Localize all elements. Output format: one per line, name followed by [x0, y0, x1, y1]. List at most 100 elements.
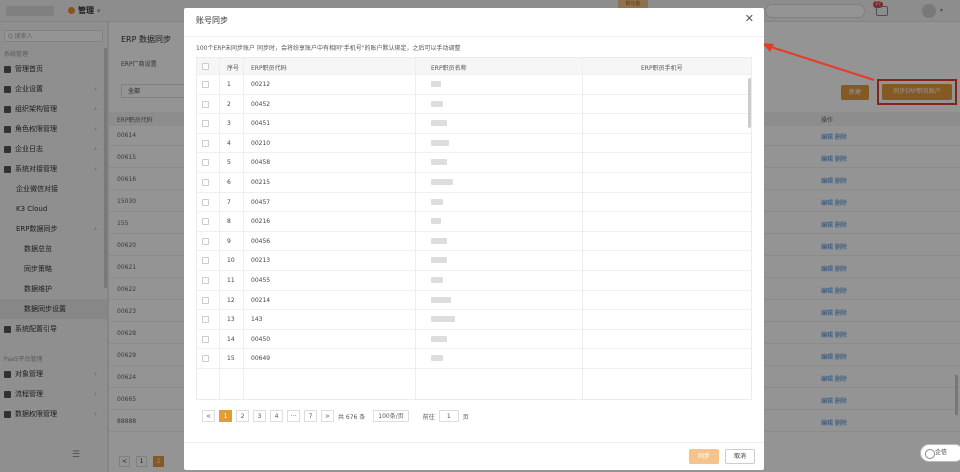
divider: [219, 58, 220, 399]
index-cell: 13: [227, 316, 235, 324]
page-button[interactable]: 4: [270, 410, 283, 422]
erp-name-cell-redacted: [431, 316, 455, 323]
divider: [243, 58, 244, 399]
index-cell: 9: [227, 237, 231, 245]
table-row: 14 00450: [197, 330, 751, 350]
goto-unit: 页: [462, 413, 469, 421]
erp-name-cell-redacted: [431, 218, 441, 225]
account-sync-dialog: 账号同步 ✕ 100个ERP未同步账户 同步时，会将纷享账户中有相同"手机号"的…: [184, 8, 764, 470]
erp-code-cell: 00212: [251, 81, 271, 88]
page-scrollbar[interactable]: [955, 375, 958, 415]
sync-button[interactable]: 同步: [689, 449, 719, 464]
erp-name-cell-redacted: [431, 179, 453, 185]
chat-float-button[interactable]: 企信: [920, 444, 960, 462]
table-scrollbar[interactable]: [748, 78, 751, 128]
erp-code-cell: 143: [251, 316, 263, 324]
page-size-select[interactable]: 100条/页: [373, 410, 409, 422]
table-row: 10 00213: [197, 251, 751, 271]
row-checkbox[interactable]: [202, 296, 209, 304]
table-row: 9 00456: [197, 232, 751, 252]
erp-code-cell: 00215: [251, 179, 271, 186]
row-checkbox[interactable]: [202, 237, 209, 245]
erp-name-cell-redacted: [431, 81, 441, 87]
index-cell: 1: [227, 81, 231, 88]
table-row: 4 00210: [197, 134, 751, 154]
annotation-arrow: [762, 43, 875, 81]
next-page-button[interactable]: >: [321, 410, 334, 422]
row-checkbox[interactable]: [202, 179, 209, 186]
page-button[interactable]: 3: [253, 410, 266, 422]
index-cell: 5: [227, 159, 231, 167]
select-all-checkbox[interactable]: [202, 63, 209, 70]
index-cell: 8: [227, 218, 231, 226]
index-cell: 7: [227, 198, 231, 206]
erp-name-cell-redacted: [431, 100, 443, 107]
page-button[interactable]: ···: [287, 410, 300, 422]
erp-name-cell-redacted: [431, 120, 447, 127]
index-cell: 14: [227, 335, 235, 343]
dialog-title: 账号同步: [196, 16, 228, 25]
erp-code-cell: 00450: [251, 335, 271, 343]
col-index: 序号: [227, 65, 240, 72]
index-cell: 11: [227, 277, 235, 284]
divider: [184, 442, 764, 443]
sync-note: 100个ERP未同步账户 同步时，会将纷享账户中有相同"手机号"的账户默认绑定，…: [196, 45, 461, 52]
divider: [415, 58, 416, 399]
pagination: < 1 2 3 4 ··· 7 > 共 676 条 100条/页 前往 1 页: [202, 410, 469, 422]
erp-code-cell: 00455: [251, 277, 271, 284]
prev-page-button[interactable]: <: [202, 410, 215, 422]
row-checkbox[interactable]: [202, 316, 209, 324]
goto-page-input[interactable]: 1: [438, 410, 459, 422]
row-checkbox[interactable]: [202, 277, 209, 284]
erp-name-cell-redacted: [431, 296, 451, 303]
row-checkbox[interactable]: [202, 139, 209, 147]
cancel-button[interactable]: 取消: [725, 449, 755, 464]
table-row: 8 00216: [197, 212, 751, 232]
table-row: 3 00451: [197, 114, 751, 134]
table-row: 5 00458: [197, 153, 751, 173]
row-checkbox[interactable]: [202, 100, 209, 108]
erp-code-cell: 00451: [251, 120, 271, 128]
erp-code-cell: 00457: [251, 198, 271, 206]
table-row: 7 00457: [197, 193, 751, 213]
erp-code-cell: 00214: [251, 296, 271, 304]
table-row: 15 00649: [197, 349, 751, 369]
row-checkbox[interactable]: [202, 120, 209, 128]
total-count: 共 676 条: [338, 413, 366, 421]
index-cell: 6: [227, 179, 231, 186]
index-cell: 4: [227, 139, 231, 147]
erp-name-cell-redacted: [431, 139, 449, 146]
close-icon[interactable]: ✕: [745, 12, 754, 25]
row-checkbox[interactable]: [202, 257, 209, 265]
erp-name-cell-redacted: [431, 198, 443, 205]
erp-code-cell: 00216: [251, 218, 271, 226]
col-erp-phone: ERP职员手机号: [641, 65, 683, 72]
table-row: 12 00214: [197, 291, 751, 311]
index-cell: 2: [227, 100, 231, 108]
erp-code-cell: 00452: [251, 100, 271, 108]
erp-name-cell-redacted: [431, 277, 443, 283]
table-row: 13 143: [197, 310, 751, 330]
erp-code-cell: 00210: [251, 139, 271, 147]
col-erp-code: ERP职员代码: [251, 65, 287, 72]
erp-name-cell-redacted: [431, 257, 447, 264]
table-row: 6 00215: [197, 173, 751, 193]
row-checkbox[interactable]: [202, 218, 209, 226]
row-checkbox[interactable]: [202, 198, 209, 206]
row-checkbox[interactable]: [202, 335, 209, 343]
erp-name-cell-redacted: [431, 335, 447, 342]
erp-code-cell: 00458: [251, 159, 271, 167]
row-checkbox[interactable]: [202, 355, 209, 363]
table-header: 序号 ERP职员代码 ERP职员名称 ERP职员手机号: [197, 58, 751, 75]
index-cell: 15: [227, 355, 235, 363]
goto-label: 前往: [422, 413, 435, 421]
page-button[interactable]: 2: [236, 410, 249, 422]
row-checkbox[interactable]: [202, 81, 209, 88]
page-button[interactable]: 1: [219, 410, 232, 422]
page-button[interactable]: 7: [304, 410, 317, 422]
row-checkbox[interactable]: [202, 159, 209, 167]
erp-name-cell-redacted: [431, 159, 447, 166]
erp-staff-table: 序号 ERP职员代码 ERP职员名称 ERP职员手机号 1 00212 2 00452…: [196, 57, 752, 400]
erp-name-cell-redacted: [431, 355, 443, 362]
table-row: 11 00455: [197, 271, 751, 291]
